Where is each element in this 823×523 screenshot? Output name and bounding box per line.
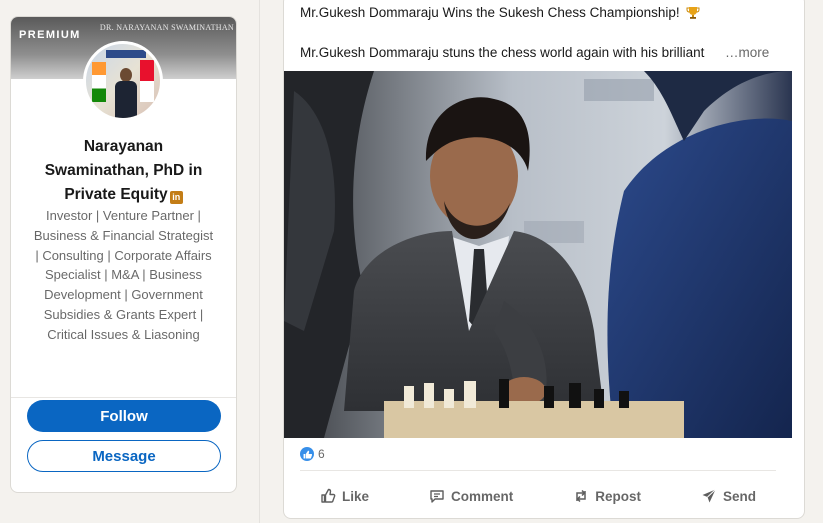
like-label: Like bbox=[342, 488, 370, 504]
profile-card: DR. NARAYANAN SWAMINATHAN PREMIUM Naraya… bbox=[10, 16, 237, 493]
comment-button[interactable]: Comment bbox=[409, 481, 533, 511]
profile-headline: Investor | Venture Partner | Business & … bbox=[33, 208, 214, 342]
send-icon bbox=[702, 489, 716, 503]
avatar[interactable] bbox=[83, 41, 163, 121]
cover-text: DR. NARAYANAN SWAMINATHAN bbox=[99, 23, 234, 32]
divider bbox=[11, 397, 236, 398]
profile-name[interactable]: Narayanan Swaminathan, PhD in Private Eq… bbox=[11, 135, 236, 207]
repost-button[interactable]: Repost bbox=[553, 481, 661, 511]
message-button[interactable]: Message bbox=[27, 440, 221, 472]
reactions-summary[interactable]: 6 bbox=[300, 447, 325, 461]
post-title: Mr.Gukesh Dommaraju Wins the Sukesh Ches… bbox=[300, 5, 700, 20]
comment-label: Comment bbox=[450, 488, 514, 504]
post-body: Mr.Gukesh Dommaraju stuns the chess worl… bbox=[300, 45, 705, 60]
reaction-count: 6 bbox=[318, 447, 325, 461]
post-image-illustration bbox=[284, 71, 792, 438]
repost-icon bbox=[576, 489, 586, 503]
send-label: Send bbox=[722, 488, 756, 504]
repost-label: Repost bbox=[595, 488, 641, 504]
premium-label: PREMIUM bbox=[19, 29, 81, 41]
follow-button[interactable]: Follow bbox=[27, 400, 221, 432]
post-title-text: Mr.Gukesh Dommaraju Wins the Sukesh Ches… bbox=[300, 5, 680, 20]
like-reaction-icon bbox=[300, 447, 314, 461]
premium-badge-icon: in bbox=[169, 191, 183, 204]
like-icon bbox=[321, 488, 336, 503]
like-button[interactable]: Like bbox=[300, 481, 389, 511]
see-more-link[interactable]: …more bbox=[725, 45, 769, 60]
trophy-icon bbox=[686, 7, 700, 19]
divider bbox=[300, 470, 776, 471]
column-separator bbox=[259, 0, 260, 523]
comment-icon bbox=[430, 490, 444, 503]
feed-post: Mr.Gukesh Dommaraju Wins the Sukesh Ches… bbox=[283, 0, 805, 519]
post-image[interactable] bbox=[284, 71, 792, 438]
post-actions-bar: Like Comment Repost Send bbox=[300, 481, 776, 511]
send-button[interactable]: Send bbox=[681, 481, 776, 511]
